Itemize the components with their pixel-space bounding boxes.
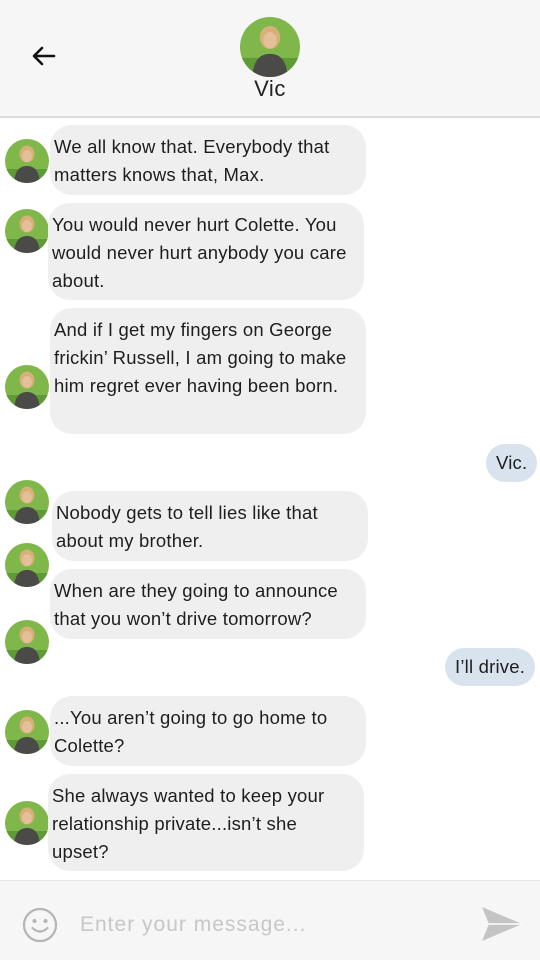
incoming-message: Nobody gets to tell lies like that about… — [52, 491, 368, 561]
arrow-left-icon — [32, 46, 56, 66]
incoming-message: We all know that. Everybody that matters… — [50, 125, 366, 195]
send-arrow-icon — [482, 907, 522, 941]
outgoing-message: I’ll drive. — [445, 648, 536, 686]
send-button[interactable] — [480, 904, 524, 944]
back-button[interactable] — [28, 40, 60, 72]
incoming-message: And if I get my fingers on George fricki… — [50, 308, 366, 434]
message-avatar[interactable] — [5, 801, 49, 845]
message-avatar[interactable] — [5, 139, 49, 183]
chat-screen: Vic We all know that. Everybody that mat… — [0, 0, 540, 960]
message-composer — [0, 880, 540, 960]
message-avatar[interactable] — [5, 365, 49, 409]
message-input[interactable] — [80, 905, 460, 945]
incoming-message: ...You aren’t going to go home to Colett… — [50, 696, 366, 766]
message-avatar[interactable] — [5, 480, 49, 524]
emoji-button[interactable] — [22, 907, 58, 943]
chat-header: Vic — [0, 0, 540, 118]
message-avatar[interactable] — [5, 209, 49, 253]
incoming-message: She always wanted to keep your relations… — [48, 774, 364, 871]
contact-name: Vic — [254, 76, 286, 101]
incoming-message: When are they going to announce that you… — [50, 569, 366, 639]
message-avatar[interactable] — [5, 710, 49, 754]
message-avatar[interactable] — [5, 543, 49, 587]
outgoing-message: Vic. — [486, 444, 538, 482]
smiley-icon — [22, 907, 58, 943]
contact-avatar[interactable] — [240, 17, 300, 77]
message-avatar[interactable] — [5, 620, 49, 664]
incoming-message: You would never hurt Colette. You would … — [48, 203, 364, 300]
